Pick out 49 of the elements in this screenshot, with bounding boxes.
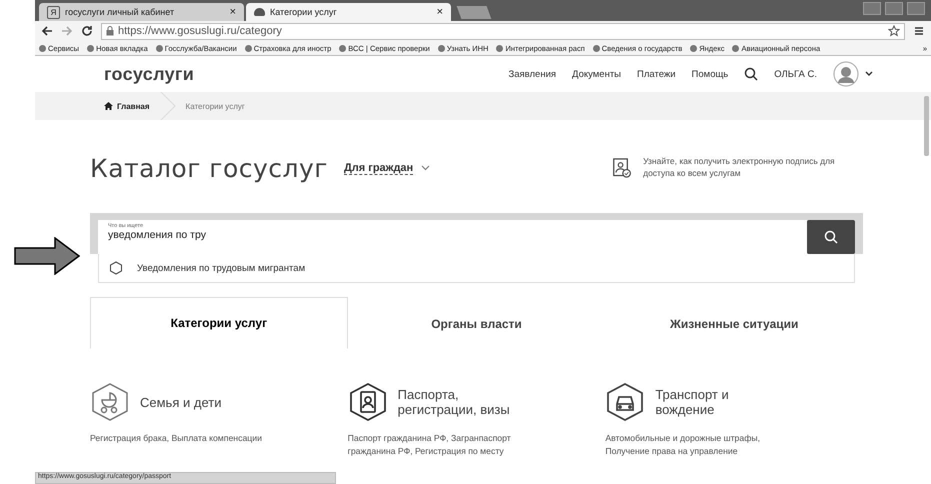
scrollbar[interactable] bbox=[924, 96, 929, 156]
browser-tab[interactable]: Я госуслуги личный кабинет × bbox=[39, 3, 244, 21]
category-description: Регистрация брака, Выплата компенсации bbox=[90, 432, 263, 445]
close-icon[interactable]: × bbox=[230, 6, 236, 18]
menu-icon[interactable] bbox=[913, 25, 925, 37]
category-description: Получение права на управление bbox=[605, 445, 739, 458]
avatar[interactable] bbox=[833, 61, 859, 87]
car-icon[interactable] bbox=[605, 382, 646, 422]
category-title[interactable]: Транспорт и вождение bbox=[655, 387, 790, 417]
breadcrumb-link[interactable]: Категории услуг bbox=[186, 102, 245, 110]
nav-link[interactable]: Помощь bbox=[692, 68, 728, 80]
audience-dropdown[interactable]: Для граждан bbox=[344, 162, 414, 174]
nav-link[interactable]: Документы bbox=[572, 68, 622, 80]
signature-hint[interactable]: Узнайте, как получить электронную подпись для доступа ко всем услугам bbox=[643, 156, 863, 180]
lock-icon bbox=[106, 26, 114, 36]
search-icon bbox=[824, 230, 838, 244]
search-button[interactable] bbox=[807, 220, 855, 254]
reload-icon[interactable] bbox=[81, 25, 93, 37]
search-icon[interactable] bbox=[744, 67, 758, 81]
passport-icon[interactable] bbox=[348, 382, 388, 422]
tab-title: Категории услуг bbox=[270, 7, 338, 17]
url-text: https://www.gosuslugi.ru/category bbox=[118, 25, 282, 37]
hexagon-icon bbox=[109, 261, 123, 275]
category-description: гражданина РФ, Регистрация по месту bbox=[348, 445, 505, 458]
caret-icon[interactable] bbox=[865, 71, 873, 77]
tab-title: госуслуги личный кабинет bbox=[65, 7, 176, 17]
user-name[interactable]: ОЛЬГА С. bbox=[774, 68, 817, 80]
nav-link[interactable]: Платежи bbox=[637, 68, 676, 80]
section-tab[interactable]: Категории услуг bbox=[90, 297, 348, 349]
category-title[interactable]: Паспорта, регистрации, визы bbox=[398, 387, 533, 417]
home-icon bbox=[104, 102, 113, 110]
browser-tab[interactable]: Категории услуг × bbox=[246, 3, 451, 21]
breadcrumb-separator bbox=[160, 92, 176, 120]
site-logo[interactable]: госуслуги bbox=[104, 64, 194, 84]
breadcrumb-link[interactable]: Главная bbox=[104, 102, 150, 110]
pointer-arrow bbox=[14, 237, 80, 275]
star-icon[interactable] bbox=[888, 25, 900, 37]
category-description: Паспорт гражданина РФ, Загранпаспорт bbox=[348, 432, 512, 445]
nav-link[interactable]: Заявления bbox=[508, 68, 556, 80]
favicon bbox=[254, 8, 265, 16]
close-icon[interactable]: × bbox=[436, 6, 443, 18]
search-suggestion[interactable]: Уведомления по трудовым мигрантам bbox=[98, 254, 855, 283]
category-description: Автомобильные и дорожные штрафы, bbox=[605, 432, 762, 445]
favicon: Я bbox=[47, 6, 60, 18]
back-icon[interactable] bbox=[41, 25, 53, 37]
stroller-icon[interactable] bbox=[90, 382, 130, 422]
category-title[interactable]: Семья и дети bbox=[140, 394, 275, 410]
page-title: Каталог госуслуг bbox=[90, 154, 328, 182]
address-bar[interactable]: https://www.gosuslugi.ru/category bbox=[101, 22, 905, 40]
